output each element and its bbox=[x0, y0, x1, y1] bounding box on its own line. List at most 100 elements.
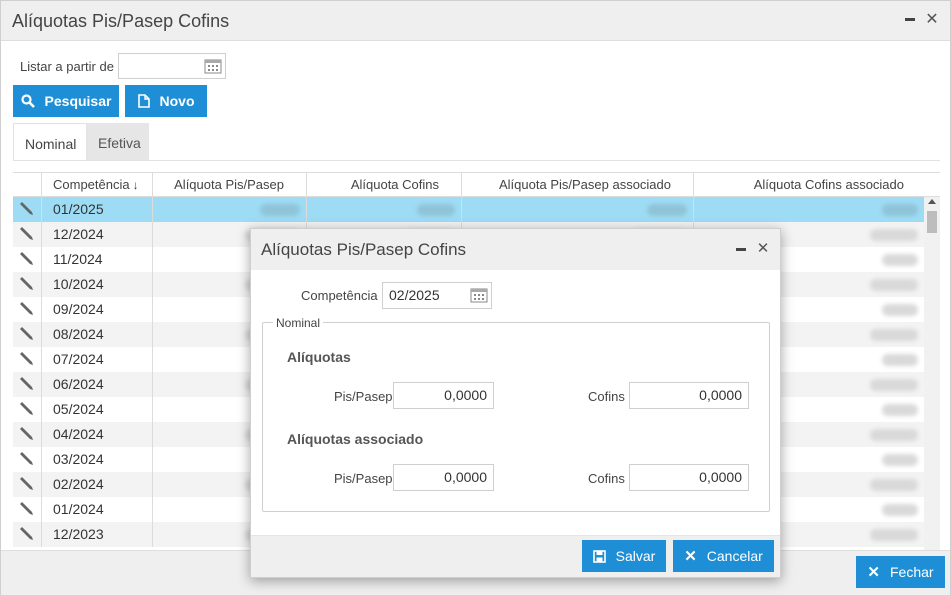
edit-pencil-icon[interactable] bbox=[13, 472, 41, 497]
edit-pencil-icon[interactable] bbox=[13, 497, 41, 522]
search-button-label: Pesquisar bbox=[44, 93, 112, 109]
column-header-competencia-label: Competência bbox=[53, 177, 130, 192]
column-header-competencia[interactable]: Competência ↓ bbox=[41, 173, 151, 197]
column-header-aliquota-pis[interactable]: Alíquota Pis/Pasep bbox=[152, 173, 307, 197]
redacted-value bbox=[882, 404, 918, 416]
dialog-close-icon[interactable]: ✕ bbox=[754, 239, 772, 259]
redacted-value bbox=[260, 204, 300, 216]
tab-divider bbox=[13, 160, 940, 161]
competencia-cell: 05/2024 bbox=[41, 397, 152, 422]
window-title-bar: Alíquotas Pis/Pasep Cofins ✕ bbox=[1, 1, 950, 41]
dialog-minimize-icon[interactable] bbox=[732, 239, 750, 259]
table-header: Competência ↓ Alíquota Pis/Pasep Alíquota… bbox=[13, 173, 940, 197]
close-button-label: Fechar bbox=[890, 564, 934, 580]
new-button[interactable]: Novo bbox=[125, 85, 207, 117]
close-icon[interactable]: ✕ bbox=[922, 9, 942, 31]
edit-rates-dialog: Alíquotas Pis/Pasep Cofins ✕ Competência… bbox=[250, 228, 781, 578]
edit-pencil-icon[interactable] bbox=[13, 397, 41, 422]
edit-pencil-icon[interactable] bbox=[13, 522, 41, 547]
column-header-aliquota-pis-associado[interactable]: Alíquota Pis/Pasep associado bbox=[461, 173, 694, 197]
redacted-value bbox=[647, 204, 687, 216]
cancel-button[interactable]: ✕ Cancelar bbox=[673, 540, 774, 572]
competencia-cell: 08/2024 bbox=[41, 322, 152, 347]
competencia-cell: 09/2024 bbox=[41, 297, 152, 322]
redacted-value-cell bbox=[461, 197, 693, 222]
scroll-thumb[interactable] bbox=[927, 211, 937, 233]
redacted-value bbox=[870, 429, 918, 441]
cofins-input[interactable]: 0,0000 bbox=[629, 382, 749, 409]
calendar-icon[interactable] bbox=[204, 58, 222, 74]
new-button-label: Novo bbox=[159, 93, 195, 109]
competencia-cell: 03/2024 bbox=[41, 447, 152, 472]
redacted-value bbox=[870, 329, 918, 341]
minimize-icon[interactable] bbox=[900, 9, 920, 31]
cofins-associado-label: Cofins bbox=[588, 471, 625, 486]
edit-pencil-icon[interactable] bbox=[13, 197, 41, 222]
close-button[interactable]: ✕ Fechar bbox=[856, 556, 945, 588]
search-icon bbox=[20, 94, 35, 108]
cofins-associado-input[interactable]: 0,0000 bbox=[629, 464, 749, 491]
edit-pencil-icon[interactable] bbox=[13, 372, 41, 397]
edit-pencil-icon[interactable] bbox=[13, 272, 41, 297]
redacted-value bbox=[870, 229, 918, 241]
edit-pencil-icon[interactable] bbox=[13, 247, 41, 272]
tab-efetiva[interactable]: Efetiva bbox=[87, 123, 149, 161]
redacted-value-cell bbox=[693, 197, 924, 222]
edit-pencil-icon[interactable] bbox=[13, 322, 41, 347]
redacted-value bbox=[870, 279, 918, 291]
competencia-cell: 11/2024 bbox=[41, 247, 152, 272]
tab-nominal[interactable]: Nominal bbox=[13, 123, 87, 161]
redacted-value bbox=[870, 529, 918, 541]
edit-pencil-icon[interactable] bbox=[13, 422, 41, 447]
redacted-value-cell bbox=[306, 197, 461, 222]
redacted-value bbox=[882, 504, 918, 516]
competencia-input[interactable]: 02/2025 bbox=[382, 282, 492, 309]
edit-pencil-icon[interactable] bbox=[13, 447, 41, 472]
cancel-x-icon: ✕ bbox=[684, 548, 697, 565]
competencia-cell: 12/2023 bbox=[41, 522, 152, 547]
scroll-up-arrow-icon[interactable] bbox=[928, 199, 936, 204]
pis-associado-label: Pis/Pasep bbox=[334, 471, 393, 486]
pis-input[interactable]: 0,0000 bbox=[393, 382, 494, 409]
competencia-cell: 10/2024 bbox=[41, 272, 152, 297]
close-x-icon: ✕ bbox=[867, 564, 880, 581]
competencia-cell: 01/2025 bbox=[41, 197, 152, 222]
fieldset-legend: Nominal bbox=[273, 316, 324, 330]
competencia-cell: 06/2024 bbox=[41, 372, 152, 397]
aliquotas-associado-title: Alíquotas associado bbox=[287, 431, 424, 447]
column-header-aliquota-cofins[interactable]: Alíquota Cofins bbox=[306, 173, 461, 197]
sort-down-arrow-icon: ↓ bbox=[132, 178, 139, 192]
cancel-button-label: Cancelar bbox=[706, 548, 763, 564]
filter-label: Listar a partir de bbox=[20, 59, 114, 74]
table-scrollbar[interactable] bbox=[924, 197, 940, 550]
redacted-value bbox=[882, 354, 918, 366]
calendar-icon[interactable] bbox=[470, 287, 488, 303]
redacted-value bbox=[870, 479, 918, 491]
pis-associado-input[interactable]: 0,0000 bbox=[393, 464, 494, 491]
redacted-value-cell bbox=[152, 197, 306, 222]
filter-date-input[interactable] bbox=[118, 53, 226, 79]
save-icon bbox=[592, 549, 606, 563]
competencia-cell: 12/2024 bbox=[41, 222, 152, 247]
competencia-value: 02/2025 bbox=[389, 287, 440, 303]
competencia-cell: 07/2024 bbox=[41, 347, 152, 372]
cofins-label: Cofins bbox=[588, 389, 625, 404]
redacted-value bbox=[882, 204, 918, 216]
redacted-value bbox=[882, 254, 918, 266]
competencia-cell: 04/2024 bbox=[41, 422, 152, 447]
edit-pencil-icon[interactable] bbox=[13, 222, 41, 247]
edit-pencil-icon[interactable] bbox=[13, 297, 41, 322]
search-button[interactable]: Pesquisar bbox=[13, 85, 119, 117]
column-header-aliquota-cofins-associado[interactable]: Alíquota Cofins associado bbox=[693, 173, 926, 197]
dialog-title-bar: Alíquotas Pis/Pasep Cofins ✕ bbox=[251, 229, 780, 270]
redacted-value bbox=[870, 379, 918, 391]
table-row[interactable]: 01/2025 bbox=[13, 197, 924, 222]
save-button-label: Salvar bbox=[615, 548, 656, 564]
redacted-value bbox=[417, 204, 455, 216]
save-button[interactable]: Salvar bbox=[582, 540, 666, 572]
edit-pencil-icon[interactable] bbox=[13, 347, 41, 372]
window-title: Alíquotas Pis/Pasep Cofins bbox=[12, 11, 230, 31]
file-icon bbox=[137, 94, 150, 108]
aliquotas-title: Alíquotas bbox=[287, 349, 351, 365]
competencia-cell: 01/2024 bbox=[41, 497, 152, 522]
